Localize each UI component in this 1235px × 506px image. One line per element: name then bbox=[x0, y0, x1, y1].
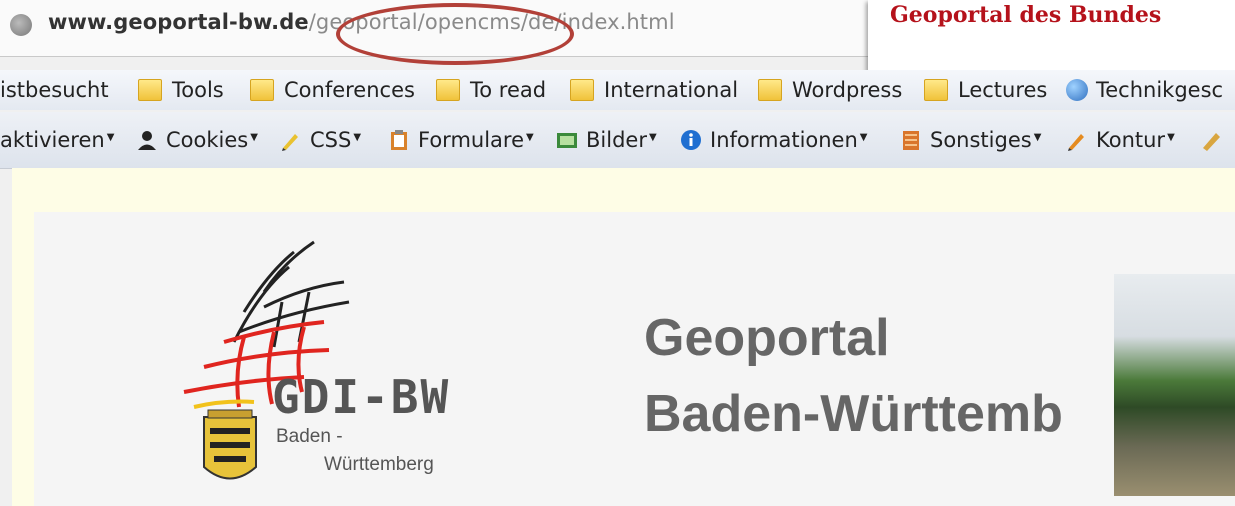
bookmark-tools[interactable]: Tools bbox=[138, 76, 224, 104]
bookmark-meistbesucht[interactable]: istbesucht bbox=[0, 76, 109, 104]
folder-icon bbox=[250, 79, 274, 101]
pencil-icon bbox=[282, 134, 298, 151]
bookmark-international[interactable]: International bbox=[570, 76, 738, 104]
ruler-icon bbox=[1203, 133, 1220, 151]
info-icon bbox=[681, 130, 701, 150]
devbar-css[interactable]: CSS ▼ bbox=[280, 126, 361, 154]
devbar-cookies[interactable]: Cookies ▼ bbox=[136, 126, 258, 154]
bookmark-to-read[interactable]: To read bbox=[436, 76, 546, 104]
tab-title: Geoportal des Bundes bbox=[890, 2, 1162, 28]
pencil-icon bbox=[1068, 134, 1084, 151]
bookmarks-toolbar: istbesucht Tools Conferences To read Int… bbox=[0, 70, 1235, 110]
clipboard-icon bbox=[391, 130, 407, 150]
folder-icon bbox=[138, 79, 162, 101]
site-identity-icon[interactable] bbox=[10, 14, 32, 36]
person-icon bbox=[138, 131, 156, 150]
devbar-sonstiges[interactable]: Sonstiges ▼ bbox=[900, 126, 1041, 154]
bookmark-conferences[interactable]: Conferences bbox=[250, 76, 415, 104]
logo-subtitle-line2: Württemberg bbox=[324, 454, 434, 475]
devbar-kontur[interactable]: Kontur ▼ bbox=[1066, 126, 1175, 154]
page-header: GDI-BW Baden - Württemberg Geoportal Bad… bbox=[34, 212, 1235, 506]
dropdown-caret-icon: ▼ bbox=[859, 131, 868, 143]
folder-icon bbox=[758, 79, 782, 101]
dropdown-caret-icon: ▼ bbox=[1167, 131, 1175, 143]
dropdown-caret-icon: ▼ bbox=[353, 131, 362, 143]
bookmark-wordpress[interactable]: Wordpress bbox=[758, 76, 902, 104]
page-title-line2: Baden-Württemb bbox=[644, 385, 1063, 443]
page-viewport: GDI-BW Baden - Württemberg Geoportal Bad… bbox=[12, 168, 1235, 506]
bookmark-technikgeschichte[interactable]: Technikgesc bbox=[1066, 76, 1223, 104]
logo-subtitle-line1: Baden - bbox=[276, 426, 343, 447]
devbar-informationen[interactable]: Informationen ▼ bbox=[680, 126, 868, 154]
book-icon bbox=[903, 131, 919, 150]
logo-wordmark: GDI-BW bbox=[272, 370, 451, 424]
devbar-formulare[interactable]: Formulare ▼ bbox=[388, 126, 534, 154]
folder-icon bbox=[570, 79, 594, 101]
page-title-line1: Geoportal bbox=[644, 309, 890, 367]
dropdown-caret-icon: ▼ bbox=[526, 131, 534, 143]
folder-icon bbox=[436, 79, 460, 101]
coat-of-arms-icon bbox=[203, 409, 257, 480]
globe-icon bbox=[1066, 79, 1088, 101]
devbar-aktivieren[interactable]: aktivieren ▼ bbox=[0, 126, 114, 154]
web-developer-toolbar: aktivieren ▼ Cookies ▼ CSS ▼ Formulare ▼ Bil… bbox=[0, 112, 1235, 169]
folder-icon bbox=[924, 79, 948, 101]
dropdown-caret-icon: ▼ bbox=[106, 131, 115, 143]
highlight-circle-annotation bbox=[336, 3, 574, 65]
devbar-overflow-tool[interactable] bbox=[1200, 126, 1230, 154]
dropdown-caret-icon: ▼ bbox=[1033, 131, 1042, 143]
image-icon bbox=[557, 133, 577, 148]
gdi-bw-logo-graphic bbox=[183, 240, 350, 480]
dropdown-caret-icon: ▼ bbox=[250, 131, 258, 143]
header-photo bbox=[1114, 274, 1235, 496]
bookmark-lectures[interactable]: Lectures bbox=[924, 76, 1047, 104]
browser-window: www.geoportal-bw.de/geoportal/opencms/de… bbox=[0, 0, 1235, 506]
devbar-bilder[interactable]: Bilder ▼ bbox=[556, 126, 657, 154]
dropdown-caret-icon: ▼ bbox=[648, 131, 657, 143]
tab-title-popup: Geoportal des Bundes bbox=[868, 0, 1235, 72]
